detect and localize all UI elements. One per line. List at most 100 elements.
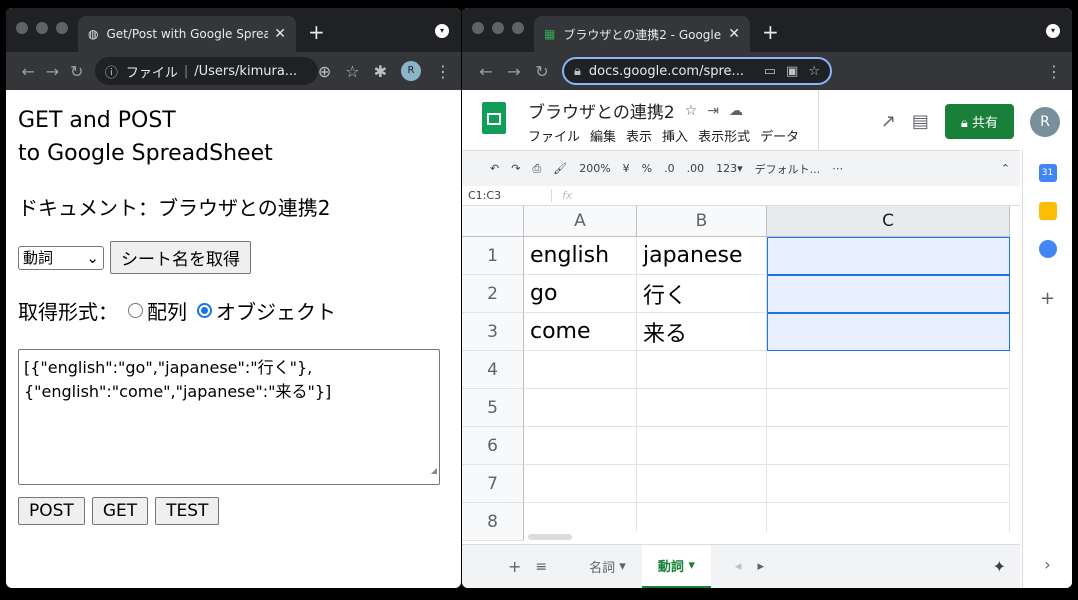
add-addon-icon[interactable]: + <box>1023 288 1072 309</box>
cell-selected[interactable] <box>767 275 1010 313</box>
forward-icon[interactable]: → <box>500 62 528 81</box>
more-icon[interactable]: ⋯ <box>832 162 843 175</box>
calendar-icon[interactable]: 31 <box>1038 164 1057 182</box>
cell[interactable]: come <box>524 313 637 351</box>
new-tab-button[interactable]: + <box>308 20 325 44</box>
cell[interactable]: go <box>524 275 637 313</box>
explore-icon[interactable]: ✦ <box>993 557 1006 576</box>
menu-file[interactable]: ファイル <box>528 126 580 145</box>
row-number[interactable]: 6 <box>462 427 524 465</box>
currency-button[interactable]: ¥ <box>623 162 630 175</box>
cell[interactable] <box>767 427 1010 465</box>
tab-search-icon[interactable]: ▾ <box>435 24 449 38</box>
tab-search-icon[interactable]: ▾ <box>1046 24 1060 38</box>
percent-button[interactable]: % <box>642 162 652 175</box>
cell[interactable] <box>524 389 637 427</box>
column-header-c[interactable]: C <box>767 206 1010 237</box>
tasks-icon[interactable] <box>1038 240 1057 258</box>
name-box[interactable]: C1:C3 <box>462 189 552 202</box>
all-sheets-icon[interactable]: ≡ <box>535 559 547 575</box>
cell[interactable] <box>524 465 637 503</box>
number-format-button[interactable]: 123▾ <box>716 162 743 175</box>
browser-tab[interactable]: ◍ Get/Post with Google SpreadSh ✕ <box>78 16 296 52</box>
trend-icon[interactable]: ↗ <box>881 111 896 132</box>
sheet-tab-nouns[interactable]: 名詞 ▾ <box>573 545 642 589</box>
close-icon[interactable]: ✕ <box>274 26 286 42</box>
horizontal-scrollbar[interactable] <box>524 532 1010 542</box>
forward-icon[interactable]: → <box>40 62 64 81</box>
column-header-a[interactable]: A <box>524 206 637 237</box>
row-number[interactable]: 1 <box>462 237 524 275</box>
collapse-icon[interactable]: ⌃ <box>1001 162 1010 175</box>
close-icon[interactable]: ✕ <box>728 26 740 42</box>
redo-icon[interactable]: ↷ <box>511 162 520 175</box>
cell[interactable] <box>767 351 1010 389</box>
cell[interactable]: 来る <box>637 313 767 351</box>
more-icon[interactable]: ⋮ <box>1046 62 1062 81</box>
test-button[interactable]: TEST <box>155 497 220 525</box>
zoom-window-button[interactable] <box>56 22 68 34</box>
row-number[interactable]: 4 <box>462 351 524 389</box>
close-window-button[interactable] <box>16 22 28 34</box>
radio-array[interactable] <box>128 303 143 318</box>
cell[interactable] <box>637 427 767 465</box>
row-number[interactable]: 8 <box>462 503 524 541</box>
row-number[interactable]: 3 <box>462 313 524 351</box>
avatar[interactable]: R <box>1030 106 1060 137</box>
select-all-corner[interactable] <box>462 206 524 237</box>
menu-edit[interactable]: 編集 <box>590 126 616 145</box>
address-bar[interactable]: 🔒︎ docs.google.com/spre... ▭ ▣ ☆ <box>562 57 832 85</box>
more-icon[interactable]: ⋮ <box>435 62 451 81</box>
back-icon[interactable]: ← <box>16 62 40 81</box>
cell[interactable] <box>637 351 767 389</box>
browser-tab[interactable]: ▦ ブラウザとの連携2 - Google ス ✕ <box>534 16 750 52</box>
row-number[interactable]: 5 <box>462 389 524 427</box>
zoom-select[interactable]: 200% <box>579 162 610 175</box>
menu-data[interactable]: データ <box>760 126 799 145</box>
close-window-button[interactable] <box>472 22 484 34</box>
extensions-icon[interactable]: ✱ <box>374 62 387 81</box>
cell[interactable] <box>524 427 637 465</box>
cell[interactable]: english <box>524 237 637 275</box>
minimize-window-button[interactable] <box>492 22 504 34</box>
zoom-icon[interactable]: ⊕ <box>318 62 331 81</box>
post-button[interactable]: POST <box>18 497 85 525</box>
keep-icon[interactable] <box>1038 202 1057 220</box>
cell[interactable]: 行く <box>637 275 767 313</box>
cast-icon[interactable]: ▭ <box>764 64 776 79</box>
row-number[interactable]: 7 <box>462 465 524 503</box>
get-sheet-names-button[interactable]: シート名を取得 <box>110 241 251 274</box>
address-bar[interactable]: ⓘ ファイル | /Users/kimura... <box>94 57 318 85</box>
decrease-decimal-button[interactable]: .0 <box>664 162 675 175</box>
reload-icon[interactable]: ↻ <box>528 62 556 81</box>
reload-icon[interactable]: ↻ <box>65 62 89 81</box>
zoom-window-button[interactable] <box>512 22 524 34</box>
cell[interactable]: japanese <box>637 237 767 275</box>
result-textarea[interactable]: [{"english":"go","japanese":"行く"}, {"eng… <box>18 349 440 485</box>
cell[interactable] <box>524 351 637 389</box>
cell[interactable] <box>637 465 767 503</box>
paint-format-icon[interactable]: 🖌︎ <box>553 162 567 175</box>
menu-format[interactable]: 表示形式 <box>698 126 750 145</box>
column-header-b[interactable]: B <box>637 206 767 237</box>
comment-icon[interactable]: ▤ <box>912 111 929 132</box>
sheet-tab-verbs[interactable]: 動詞 ▾ <box>641 544 711 588</box>
menu-view[interactable]: 表示 <box>626 126 652 145</box>
radio-object[interactable] <box>197 303 212 318</box>
cell[interactable] <box>637 389 767 427</box>
star-icon[interactable]: ☆ <box>345 62 359 81</box>
undo-icon[interactable]: ↶ <box>490 162 499 175</box>
print-icon[interactable]: ⎙ <box>532 162 541 176</box>
share-button[interactable]: 🔒︎ 共有 <box>944 104 1014 139</box>
back-icon[interactable]: ← <box>472 62 500 81</box>
qr-icon[interactable]: ▣ <box>786 64 798 79</box>
font-select[interactable]: デフォルト... <box>755 161 821 177</box>
scroll-tabs-right-icon[interactable]: ▸ <box>757 559 764 574</box>
avatar[interactable]: R <box>401 61 421 81</box>
cell-selected[interactable] <box>767 237 1010 275</box>
star-icon[interactable]: ☆ <box>685 103 698 119</box>
sheet-select[interactable]: 動詞 ⌄ <box>18 245 104 270</box>
scroll-tabs-left-icon[interactable]: ◂ <box>735 559 742 574</box>
minimize-window-button[interactable] <box>36 22 48 34</box>
increase-decimal-button[interactable]: .00 <box>687 162 705 175</box>
